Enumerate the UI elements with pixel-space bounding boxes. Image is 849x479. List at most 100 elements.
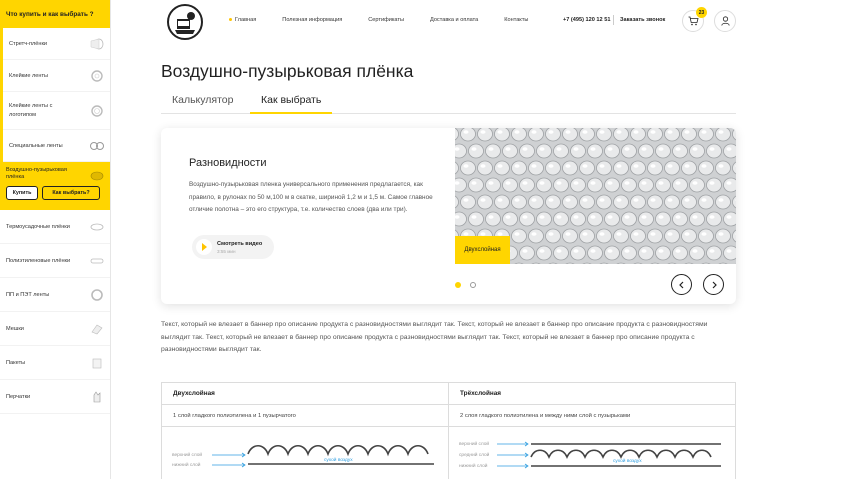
bubble [587,177,603,193]
cart-count-badge: 23 [696,7,707,18]
bubble-highlight [624,181,630,185]
two-layer-diagram: верхний слой нижний слой сухой воздух [162,427,449,479]
site-logo[interactable] [167,4,203,40]
banner-title: Разновидности [189,157,267,169]
bubble-highlight [505,147,511,151]
bubble [630,128,646,142]
bubble [553,177,569,193]
bubble-highlight [565,232,571,236]
tab-calculator[interactable]: Калькулятор [161,94,244,114]
bubble-highlight [667,130,673,134]
phone-link[interactable]: +7 (495) 120 12 51 [563,17,610,23]
nav-delivery[interactable]: Доставка и оплата [430,17,478,23]
bubble-highlight [497,164,503,168]
callback-link[interactable]: Заказать звонок [620,17,665,23]
bubble-highlight [548,198,554,202]
bubble-highlight [709,215,715,219]
bubble [723,245,736,261]
bubble [698,228,714,244]
sidebar-top-group: Стретч-плёнки Клейкие ленты Клейкие лент… [0,28,110,162]
sidebar-item-sacks[interactable]: Мешки [0,312,110,346]
slider-next-button[interactable] [703,274,724,295]
sidebar-item-gloves[interactable]: Перчатки [0,380,110,414]
bubble [681,128,697,142]
sidebar-item-tape[interactable]: Клейкие ленты [3,60,110,92]
bubble [604,143,620,159]
bubble [672,143,688,159]
bubble [587,211,603,227]
banner-text: Воздушно-пузырьковая пленка универсально… [189,181,433,213]
watch-video-button[interactable]: Смотреть видео 3:55 мин [192,235,274,259]
bubble-highlight [488,147,494,151]
bubble-highlight [658,181,664,185]
bubble-highlight [726,249,732,253]
bubble-highlight [650,130,656,134]
bubble-highlight [701,164,707,168]
nav-contacts[interactable]: Контакты [504,17,528,23]
bubble [536,211,552,227]
bubble [706,177,722,193]
bubble-highlight [463,198,469,202]
sidebar-item-label: ПП и ПЭТ ленты [6,291,50,298]
cart-button[interactable]: 23 [682,7,707,32]
bubble [511,128,527,142]
slider-dot-active[interactable] [455,282,461,288]
bubble [689,143,705,159]
sidebar-item-label: Стретч-плёнки [9,40,48,47]
sidebar-item-logo-tape[interactable]: Клейкие ленты с логотипом [3,92,110,130]
bubble-film-icon [90,171,104,181]
tab-how-to-choose[interactable]: Как выбрать [250,94,333,114]
bubble [545,160,561,176]
bubble [706,245,722,261]
bubble-highlight [667,232,673,236]
bubble-highlight [607,147,613,151]
video-duration: 3:55 мин [217,249,236,254]
bubble [630,160,646,176]
bubble [545,194,561,210]
bubble-highlight [709,147,715,151]
bubble [536,177,552,193]
bubble [596,228,612,244]
slider-dot[interactable] [470,282,476,288]
bubble [528,194,544,210]
bubble-highlight [709,181,715,185]
how-to-choose-button[interactable]: Как выбрать? [42,186,100,200]
bubble-highlight [522,147,528,151]
sidebar-item-bubble-film[interactable]: Воздушно-пузырьковая плёнка Купить Как в… [0,162,110,210]
account-button[interactable] [714,10,736,32]
nav-useful-info[interactable]: Полезная информация [282,17,342,23]
three-layer-diagram: верхний слой средний слой нижний слой су… [449,427,736,479]
bubble [638,177,654,193]
bubble-highlight [650,232,656,236]
bubble [455,143,467,159]
nav-home[interactable]: Главная [229,17,256,23]
slider-prev-button[interactable] [671,274,692,295]
buy-button[interactable]: Купить [6,186,38,200]
bubble [681,194,697,210]
bubble [455,177,467,193]
sidebar-item-packets[interactable]: Пакеты [0,346,110,380]
user-icon [720,16,730,26]
sidebar-item-label: Воздушно-пузырьковая плёнка [6,167,67,180]
bubble-highlight [565,164,571,168]
site-header: Главная Полезная информация Сертификаты … [111,0,849,44]
bubble-highlight [590,249,596,253]
nav-certificates[interactable]: Сертификаты [368,17,404,23]
sidebar-item-pe-film[interactable]: Полиэтиленовые плёнки [0,244,110,278]
bubble-highlight [641,181,647,185]
bubble-highlight [726,181,732,185]
bubble-highlight [650,164,656,168]
bubble-highlight [726,147,732,151]
sidebar-item-special-tape[interactable]: Специальные ленты [3,130,110,162]
sidebar-item-stretch[interactable]: Стретч-плёнки [3,28,110,60]
bubble-highlight [573,181,579,185]
sidebar-item-pp-tape[interactable]: ПП и ПЭТ ленты [0,278,110,312]
sidebar-item-shrink-film[interactable]: Термоусадочные плёнки [0,210,110,244]
pp-tape-icon [91,288,103,301]
bubble [604,177,620,193]
sidebar-item-label: Термоусадочные плёнки [6,223,70,230]
bubble [553,211,569,227]
bubble [681,228,697,244]
bubble-highlight [582,232,588,236]
bubble [502,143,518,159]
